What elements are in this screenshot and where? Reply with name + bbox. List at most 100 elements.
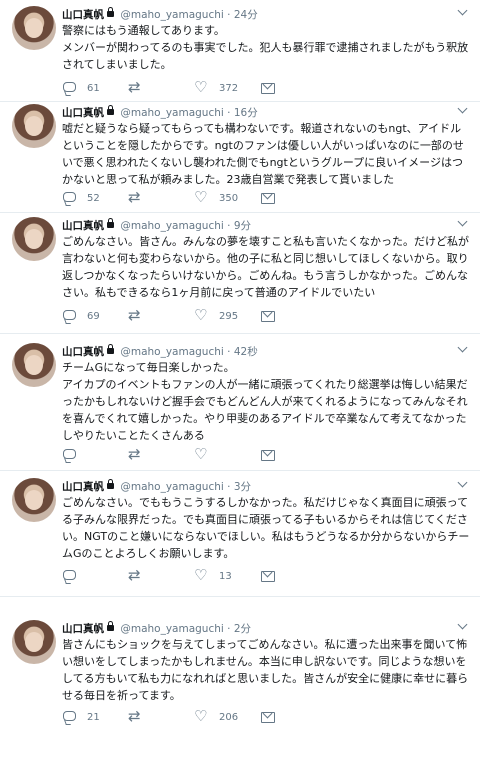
timestamp[interactable]: 3分	[234, 481, 251, 493]
avatar[interactable]	[12, 104, 56, 148]
avatar[interactable]	[12, 6, 56, 50]
tweet-actions: 13	[62, 566, 422, 584]
heart-icon	[194, 707, 209, 725]
user-handle[interactable]: @maho_yamaguchi	[120, 9, 223, 21]
separator-dot: ·	[227, 220, 231, 232]
direct-message-button[interactable]	[260, 709, 285, 725]
tweet[interactable]: 山口真帆 @maho_yamaguchi · 24分 警察にはもう通報してありま…	[0, 6, 480, 98]
retweet-icon	[128, 445, 143, 463]
retweet-button[interactable]	[128, 78, 153, 96]
direct-message-button[interactable]	[260, 308, 285, 324]
reply-button[interactable]: 21	[62, 709, 100, 725]
display-name[interactable]: 山口真帆	[62, 481, 104, 493]
direct-message-button[interactable]	[260, 190, 285, 206]
chevron-down-icon[interactable]	[456, 217, 470, 229]
like-button[interactable]: 350	[194, 188, 238, 206]
mail-icon	[260, 448, 275, 462]
user-handle[interactable]: @maho_yamaguchi	[120, 107, 223, 119]
display-name[interactable]: 山口真帆	[62, 220, 104, 232]
lock-icon	[107, 105, 114, 115]
reply-count: 21	[87, 711, 100, 723]
reply-button[interactable]: 52	[62, 190, 100, 206]
avatar[interactable]	[12, 620, 56, 664]
reply-count: 69	[87, 310, 100, 322]
mail-icon	[260, 569, 275, 583]
retweet-icon	[128, 188, 143, 206]
separator-dot: ·	[227, 623, 231, 635]
chevron-down-icon[interactable]	[456, 620, 470, 632]
chevron-down-icon[interactable]	[456, 6, 470, 18]
reply-button[interactable]	[62, 568, 87, 584]
user-handle[interactable]: @maho_yamaguchi	[120, 346, 223, 358]
retweet-icon	[128, 306, 143, 324]
lock-icon	[107, 621, 114, 631]
display-name[interactable]: 山口真帆	[62, 9, 104, 21]
timestamp[interactable]: 16分	[234, 107, 258, 119]
heart-icon	[194, 78, 209, 96]
display-name[interactable]: 山口真帆	[62, 623, 104, 635]
tweet-actions	[62, 445, 422, 463]
like-button[interactable]: 206	[194, 707, 239, 725]
like-button[interactable]: 295	[194, 306, 238, 324]
separator-dot: ·	[227, 346, 231, 358]
avatar[interactable]	[12, 343, 56, 387]
tweet[interactable]: 山口真帆 @maho_yamaguchi · 3分 ごめんなさい。でももうこうす…	[0, 478, 480, 588]
tweet-text: ごめんなさい。でももうこうするしかなかった。私だけじゃなく真面目に頑張ってる子み…	[62, 496, 470, 560]
direct-message-button[interactable]	[260, 447, 285, 463]
like-button[interactable]: 13	[194, 566, 232, 584]
reply-button[interactable]: 61	[62, 80, 100, 96]
like-button[interactable]	[194, 445, 219, 463]
direct-message-button[interactable]	[260, 568, 285, 584]
chevron-down-icon[interactable]	[456, 104, 470, 116]
chevron-down-icon[interactable]	[456, 478, 470, 490]
user-handle[interactable]: @maho_yamaguchi	[120, 623, 223, 635]
direct-message-button[interactable]	[260, 80, 285, 96]
heart-icon	[194, 445, 209, 463]
reply-button[interactable]	[62, 447, 87, 463]
reply-button[interactable]: 69	[62, 308, 100, 324]
avatar[interactable]	[12, 478, 56, 522]
retweet-button[interactable]	[128, 188, 153, 206]
like-button[interactable]: 372	[194, 78, 238, 96]
tweet[interactable]: 山口真帆 @maho_yamaguchi · 9分 ごめんなさい。皆さん。みんな…	[0, 217, 480, 327]
retweet-button[interactable]	[128, 445, 153, 463]
tweet[interactable]: 山口真帆 @maho_yamaguchi · 42秒 チームGになって毎日楽しか…	[0, 343, 480, 463]
reply-count: 61	[87, 82, 100, 94]
timestamp[interactable]: 24分	[234, 9, 258, 21]
tweet-text: 警察にはもう通報してあります。 メンバーが関わってるのも事実でした。犯人も暴行罪…	[62, 24, 469, 71]
tweet-actions: 61 372	[62, 78, 422, 96]
mail-icon	[260, 710, 275, 724]
display-name[interactable]: 山口真帆	[62, 346, 104, 358]
timestamp[interactable]: 9分	[234, 220, 251, 232]
tweet-text: 皆さんにもショックを与えてしまってごめんなさい。私に遭った出来事を聞いて怖い想い…	[62, 638, 469, 702]
like-count: 206	[219, 711, 239, 723]
tweet[interactable]: 山口真帆 @maho_yamaguchi · 16分 嘘だと疑うなら疑ってもらっ…	[0, 104, 480, 209]
separator-dot: ·	[227, 9, 231, 21]
chevron-down-icon[interactable]	[456, 343, 470, 355]
separator-dot: ·	[227, 107, 231, 119]
divider	[0, 470, 480, 471]
lock-icon	[107, 479, 114, 489]
retweet-button[interactable]	[128, 306, 153, 324]
user-handle[interactable]: @maho_yamaguchi	[120, 220, 223, 232]
display-name[interactable]: 山口真帆	[62, 107, 104, 119]
retweet-button[interactable]	[128, 566, 153, 584]
lock-icon	[107, 344, 114, 354]
timestamp[interactable]: 2分	[234, 623, 251, 635]
user-handle[interactable]: @maho_yamaguchi	[120, 481, 223, 493]
lock-icon	[107, 7, 114, 17]
divider	[0, 212, 480, 213]
timestamp[interactable]: 42秒	[234, 346, 258, 358]
retweet-icon	[128, 707, 143, 725]
retweet-icon	[128, 78, 143, 96]
avatar[interactable]	[12, 217, 56, 261]
divider	[0, 101, 480, 102]
mail-icon	[260, 81, 275, 95]
tweet-text: ごめんなさい。皆さん。みんなの夢を壊すこと私も言いたくなかった。だけど私が言わな…	[62, 235, 469, 299]
tweet-header: 山口真帆 @maho_yamaguchi · 16分	[62, 105, 258, 120]
tweet-header: 山口真帆 @maho_yamaguchi · 9分	[62, 218, 251, 233]
mail-icon	[260, 309, 275, 323]
heart-icon	[194, 566, 209, 584]
retweet-button[interactable]	[128, 707, 153, 725]
tweet[interactable]: 山口真帆 @maho_yamaguchi · 2分 皆さんにもショックを与えてし…	[0, 620, 480, 730]
